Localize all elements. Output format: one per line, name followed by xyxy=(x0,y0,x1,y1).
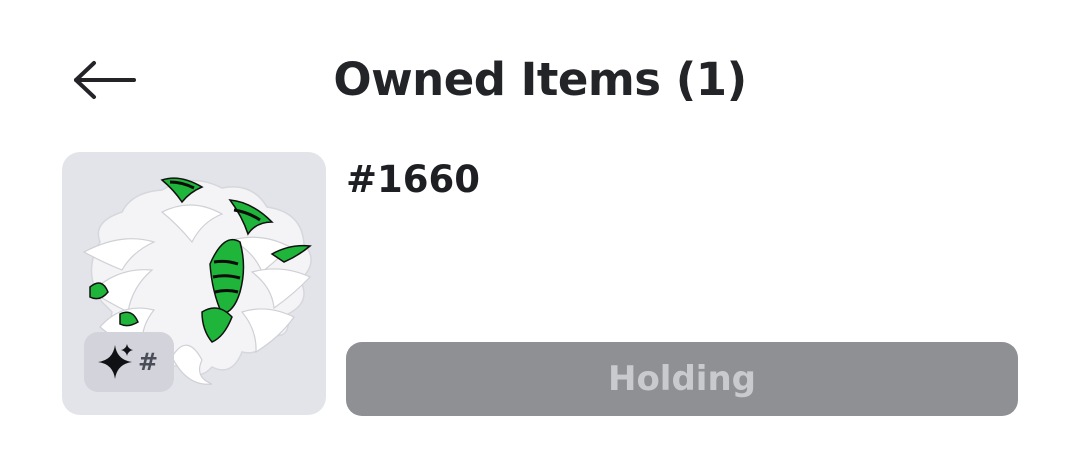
item-thumbnail[interactable]: # xyxy=(62,152,326,415)
sparkle-icon xyxy=(98,344,133,379)
badge-hash-label: # xyxy=(138,348,159,376)
page-title: Owned Items (1) xyxy=(333,53,747,106)
item-serial-number: #1660 xyxy=(346,158,480,201)
serial-badge: # xyxy=(84,332,174,392)
header: Owned Items (1) xyxy=(0,0,1080,150)
owned-item-row[interactable]: # #1660 Holding xyxy=(62,152,1022,417)
holding-button[interactable]: Holding xyxy=(346,342,1018,416)
